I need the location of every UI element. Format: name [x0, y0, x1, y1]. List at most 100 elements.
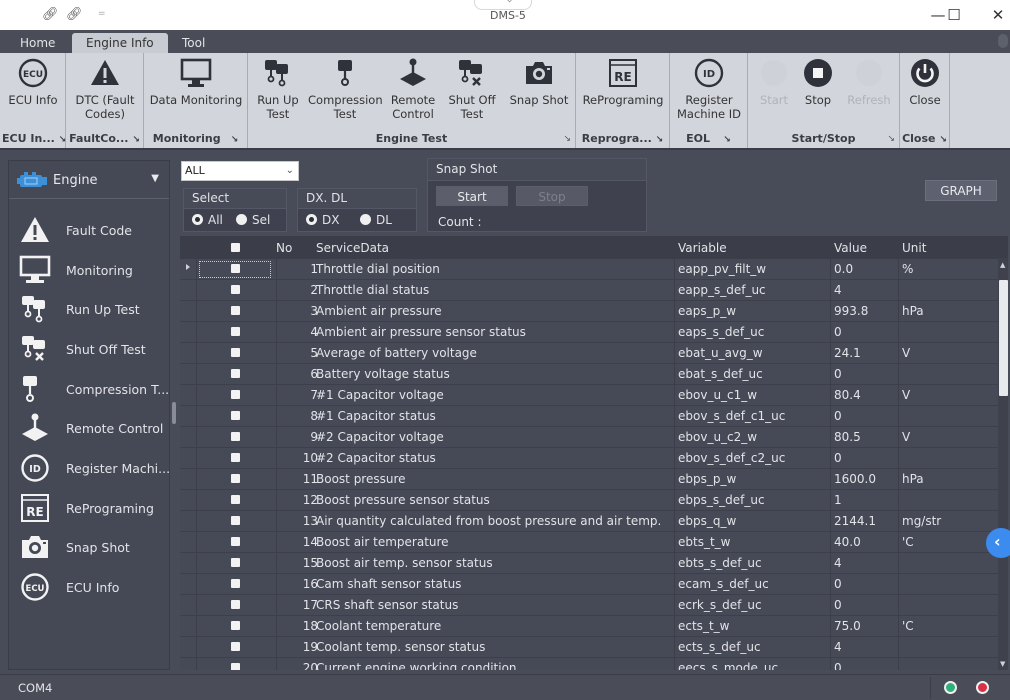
sidebar-item-monitoring[interactable]: Monitoring	[9, 251, 169, 290]
table-row[interactable]: 7 #1 Capacitor voltage ebov_u_c1_w 80.4 V	[180, 385, 998, 406]
reprograming-button[interactable]: RE RePrograming	[580, 57, 666, 107]
table-row[interactable]: 3 Ambient air pressure eaps_p_w 993.8 hPa	[180, 301, 998, 322]
scroll-up-icon[interactable]: ▲	[1000, 261, 1005, 269]
table-row[interactable]: 10 #2 Capacitor status ebov_s_def_c2_uc 0	[180, 448, 998, 469]
row-checkbox[interactable]	[231, 453, 240, 462]
select-all-checkbox[interactable]	[231, 243, 240, 252]
table-row[interactable]: 5 Average of battery voltage ebat_u_avg_w 2…	[180, 343, 998, 364]
dialog-launcher-icon[interactable]: ↘	[887, 134, 895, 144]
refresh-button[interactable]: Refresh	[844, 57, 894, 107]
row-checkbox[interactable]	[231, 411, 240, 420]
row-checkbox[interactable]	[231, 579, 240, 588]
snapshot-start-button[interactable]: Start	[436, 186, 508, 206]
tab-engine-info[interactable]: Engine Info	[72, 33, 168, 53]
sidebar-item-fault-code[interactable]: Fault Code	[9, 211, 169, 250]
tab-home[interactable]: Home	[6, 33, 69, 53]
shut-off-test-button[interactable]: Shut Off Test	[444, 57, 500, 121]
radio-dx[interactable]: DX	[306, 213, 339, 227]
row-checkbox[interactable]	[231, 642, 240, 651]
link-icon[interactable]: 🔗︎	[66, 7, 83, 22]
dtc-fault-codes-button[interactable]: DTC (Fault Codes)	[70, 57, 140, 121]
sidebar-category-dropdown[interactable]: Engine ▼	[9, 161, 169, 199]
warning-icon	[19, 215, 51, 245]
table-row[interactable]: 14 Boost air temperature ebts_t_w 40.0 'C	[180, 532, 998, 553]
row-checkbox[interactable]	[231, 621, 240, 630]
table-row[interactable]: 9 #2 Capacitor voltage ebov_u_c2_w 80.5 V	[180, 427, 998, 448]
table-row[interactable]: 11 Boost pressure ebps_p_w 1600.0 hPa	[180, 469, 998, 490]
sidebar-item-snap-shot[interactable]: Snap Shot	[9, 528, 169, 567]
data-monitoring-button[interactable]: Data Monitoring	[148, 57, 244, 107]
row-checkbox[interactable]	[231, 663, 240, 670]
row-checkbox[interactable]	[231, 495, 240, 504]
row-checkbox[interactable]	[231, 306, 240, 315]
table-row[interactable]: 13 Air quantity calculated from boost pre…	[180, 511, 998, 532]
row-checkbox[interactable]	[231, 516, 240, 525]
sidebar-item-compression-test[interactable]: Compression T...	[9, 370, 169, 409]
row-checkbox[interactable]	[231, 369, 240, 378]
radio-select-all[interactable]: All	[192, 213, 223, 227]
row-checkbox[interactable]	[231, 432, 240, 441]
link-icon[interactable]: 🔗︎	[42, 7, 59, 22]
start-button[interactable]: Start	[754, 57, 794, 107]
cell-value: 0	[834, 598, 842, 612]
column-header-value[interactable]: Value	[834, 241, 867, 255]
row-checkbox[interactable]	[231, 285, 240, 294]
sidebar-item-remote-control[interactable]: Remote Control	[9, 409, 169, 448]
sidebar-scrollbar[interactable]	[172, 402, 176, 424]
snapshot-stop-button[interactable]: Stop	[516, 186, 588, 206]
close-window-button[interactable]: ✕	[984, 4, 1010, 26]
table-row[interactable]: 8 #1 Capacitor status ebov_s_def_c1_uc 0	[180, 406, 998, 427]
filter-dropdown[interactable]: ALL ⌄	[181, 161, 299, 181]
row-checkbox[interactable]	[231, 558, 240, 567]
sidebar-item-shut-off-test[interactable]: Shut Off Test	[9, 330, 169, 369]
radio-select-sel[interactable]: Sel	[236, 213, 270, 227]
table-row[interactable]: 1 Throttle dial position eapp_pv_filt_w 0.0…	[180, 259, 998, 280]
run-up-test-button[interactable]: Run Up Test	[252, 57, 304, 121]
row-checkbox[interactable]	[231, 327, 240, 336]
column-header-service-data[interactable]: ServiceData	[316, 241, 389, 255]
table-row[interactable]: 16 Cam shaft sensor status ecam_s_def_uc 0	[180, 574, 998, 595]
remote-control-button[interactable]: Remote Control	[386, 57, 440, 121]
customize-icon[interactable]: =	[98, 9, 106, 19]
ribbon-group-monitoring: Data Monitoring Monitoring ↘	[144, 53, 248, 148]
compression-test-button[interactable]: Compression Test	[308, 57, 383, 121]
register-machine-id-button[interactable]: ID Register Machine ID	[674, 57, 744, 121]
row-checkbox[interactable]	[231, 600, 240, 609]
dialog-launcher-icon[interactable]: ↘	[563, 134, 571, 144]
stop-button[interactable]: Stop	[798, 57, 838, 107]
table-row[interactable]: 17 CRS shaft sensor status ecrk_s_def_uc 0	[180, 595, 998, 616]
table-row[interactable]: 12 Boost pressure sensor status ebps_s_def…	[180, 490, 998, 511]
row-checkbox[interactable]	[231, 348, 240, 357]
tab-tool[interactable]: Tool	[168, 33, 219, 53]
table-row[interactable]: 18 Coolant temperature ects_t_w 75.0 'C	[180, 616, 998, 637]
graph-button[interactable]: GRAPH	[925, 180, 997, 201]
column-header-unit[interactable]: Unit	[902, 241, 926, 255]
table-row[interactable]: 15 Boost air temp. sensor status ebts_s_de…	[180, 553, 998, 574]
table-row[interactable]: 2 Throttle dial status eapp_s_def_uc 4	[180, 280, 998, 301]
snap-shot-button[interactable]: Snap Shot	[506, 57, 572, 107]
column-header-no[interactable]: No	[276, 241, 292, 255]
close-button[interactable]: Close	[904, 57, 946, 107]
scroll-down-icon[interactable]: ▼	[1000, 660, 1005, 668]
ribbon-options[interactable]	[998, 34, 1008, 48]
collapse-panel-button[interactable]: ‹	[986, 528, 1010, 558]
table-row[interactable]: 4 Ambient air pressure sensor status eaps_…	[180, 322, 998, 343]
row-checkbox[interactable]	[231, 474, 240, 483]
table-row[interactable]: 19 Coolant temp. sensor status ects_s_def_…	[180, 637, 998, 658]
sidebar-item-run-up-test[interactable]: Run Up Test	[9, 290, 169, 329]
maximize-button[interactable]: ☐	[940, 4, 968, 26]
table-row[interactable]: 6 Battery voltage status ebat_s_def_uc 0	[180, 364, 998, 385]
sidebar-item-ecu-info[interactable]: ECU ECU Info	[9, 568, 169, 607]
scrollbar-thumb[interactable]	[999, 280, 1008, 396]
ecu-info-button[interactable]: ECU ECU Info	[2, 57, 64, 107]
table-scrollbar[interactable]: ▲ ▼	[998, 258, 1008, 670]
sidebar-item-reprograming[interactable]: RE RePrograming	[9, 489, 169, 528]
row-checkbox[interactable]	[231, 264, 240, 273]
ecu-icon: ECU	[17, 57, 49, 89]
row-checkbox[interactable]	[231, 537, 240, 546]
radio-dl[interactable]: DL	[360, 213, 392, 227]
sidebar-item-register-machine-id[interactable]: ID Register Machi...	[9, 449, 170, 488]
column-header-variable[interactable]: Variable	[678, 241, 727, 255]
row-checkbox[interactable]	[231, 390, 240, 399]
table-row[interactable]: 20 Current engine working condition eecs_s…	[180, 658, 998, 670]
